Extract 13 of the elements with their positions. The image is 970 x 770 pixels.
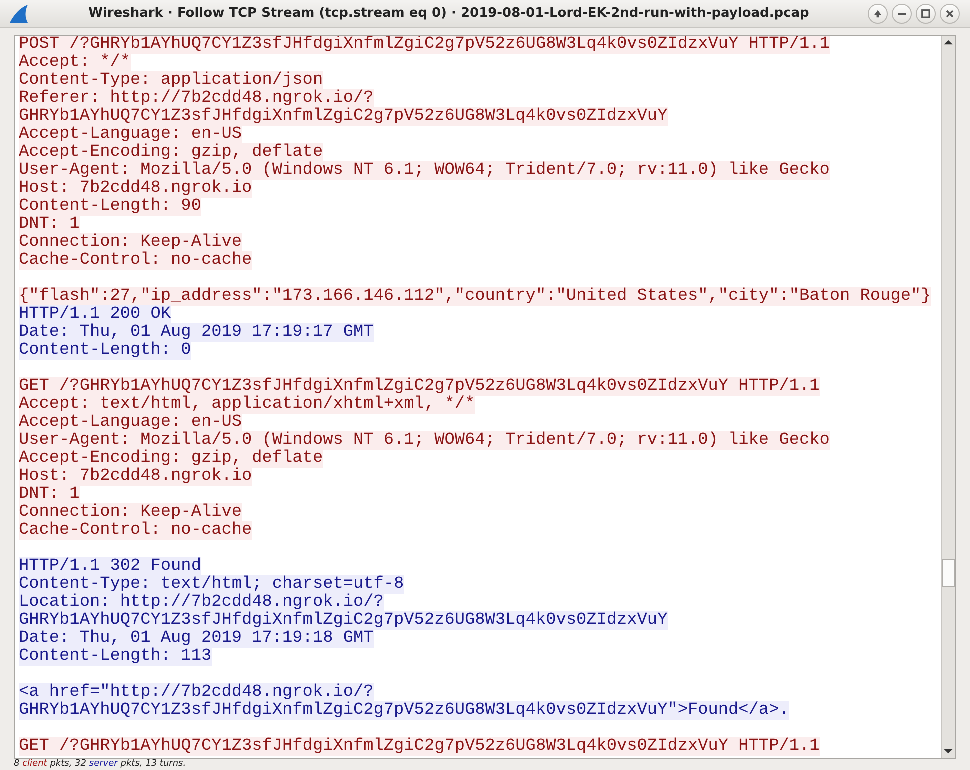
- close-button[interactable]: [940, 4, 960, 24]
- maximize-icon: [920, 8, 932, 20]
- keep-above-button[interactable]: [868, 4, 888, 24]
- maximize-button[interactable]: [916, 4, 936, 24]
- fin-icon: [8, 2, 30, 24]
- window-title: Wireshark · Follow TCP Stream (tcp.stream eq 0) · 2019-08-01-Lord-EK-2nd-run-with-payload.pcap: [88, 6, 810, 21]
- close-icon: [944, 8, 956, 20]
- minimize-button[interactable]: [892, 4, 912, 24]
- scrollbar[interactable]: [941, 36, 955, 758]
- status-text: 8 client pkts, 32 server pkts, 13 turns.: [14, 759, 188, 770]
- minimize-icon: [898, 12, 906, 14]
- scrollbar-thumb[interactable]: [942, 559, 955, 587]
- up-arrow-icon: [872, 8, 884, 20]
